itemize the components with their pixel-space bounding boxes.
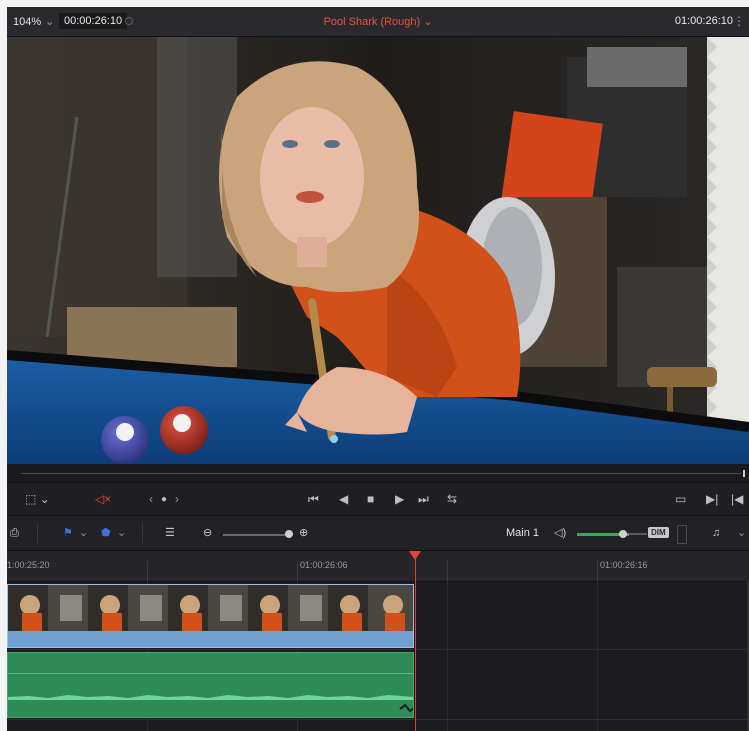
audio-meter [677, 525, 687, 544]
ruler-tick [147, 561, 148, 581]
viewer-header: 104% ⌄ 00:00:26:10 Pool Shark (Rough) ⌄ 01… [7, 7, 749, 37]
zoom-out-icon[interactable]: ⊖ [203, 526, 212, 540]
divider [37, 523, 38, 543]
transport-controls: ⬚ ⌄ ◁× ‹ ● › ⏮ ◀ ■ ▶ ⏭ ⇆ ▭ ▶| |◀ [7, 483, 749, 516]
loop-icon[interactable]: ⇆ [447, 492, 457, 506]
timeline-title[interactable]: Pool Shark (Rough) ⌄ [7, 15, 749, 28]
ruler-label: 1:00:25:20 [7, 560, 50, 570]
mark-out-icon[interactable]: |◀ [731, 492, 743, 506]
audio-waveform [8, 695, 413, 713]
timeline-toolbar: ⎙ ⚑ ⌄ ⬟ ⌄ ☰ ⊖ ⊕ Main 1 ◁) DIM ♫ ⌄ [7, 516, 749, 551]
ruler-tick [597, 561, 598, 581]
jump-end-icon[interactable]: ⏭ [418, 492, 429, 506]
timecode-ruler[interactable]: 1:00:25:20 01:00:26:06 01:00:26:16 [7, 551, 749, 582]
mark-in-icon[interactable]: ▶| [706, 492, 718, 506]
stop-icon[interactable]: ■ [367, 492, 374, 506]
clip-view-icon[interactable]: ☰ [165, 526, 175, 540]
music-note-icon[interactable]: ♫ [712, 526, 720, 540]
ruler-tick [297, 561, 298, 581]
volume-slider-handle[interactable] [619, 530, 627, 538]
zoom-in-icon[interactable]: ⊕ [299, 526, 308, 540]
grid-line [597, 581, 598, 731]
track-divider [7, 719, 749, 720]
jump-start-icon[interactable]: ⏮ [308, 492, 319, 506]
record-timecode: 01:00:26:10 [674, 15, 733, 27]
step-back-icon[interactable]: ◀ [339, 492, 348, 506]
mute-speaker-icon[interactable]: ◁× [95, 492, 111, 506]
ruler-label: 01:00:26:16 [600, 560, 648, 570]
volume-slider-rest [629, 533, 647, 535]
video-frame [7, 37, 749, 464]
divider [142, 523, 143, 543]
playhead-handle[interactable] [409, 551, 421, 560]
zoom-slider[interactable] [223, 534, 289, 536]
chevron-down-icon[interactable]: ⌄ [737, 526, 746, 540]
grid-line [447, 581, 448, 731]
edit-dot-icon: ● [161, 494, 168, 505]
chevron-down-icon[interactable]: ⌄ [117, 526, 126, 540]
timeline-area[interactable]: 1:00:25:20 01:00:26:06 01:00:26:16 [7, 551, 749, 731]
prev-edit-icon[interactable]: ‹ [149, 492, 153, 506]
playhead-line [415, 551, 416, 731]
scrub-end-marker [743, 470, 745, 477]
ruler-tick [447, 561, 448, 581]
play-icon[interactable]: ▶ [395, 492, 404, 506]
next-edit-icon[interactable]: › [175, 492, 179, 506]
more-icon[interactable]: ⋮ [733, 14, 745, 28]
marker-icon[interactable]: ⚑ [63, 526, 73, 540]
match-frame-icon[interactable]: ▭ [675, 492, 686, 506]
flag-icon[interactable]: ⬟ [101, 526, 111, 540]
chevron-down-icon[interactable]: ⌄ [79, 526, 88, 540]
ruler-label: 01:00:26:06 [300, 560, 348, 570]
dim-button[interactable]: DIM [648, 527, 669, 538]
video-viewer[interactable] [7, 37, 749, 464]
safe-area-icon[interactable]: ⬚ ⌄ [25, 492, 50, 506]
track-divider [7, 649, 749, 650]
jog-scrubber[interactable] [7, 464, 749, 483]
video-clip[interactable] [7, 584, 414, 648]
scrub-track [21, 473, 741, 474]
lock-icon[interactable]: ⎙ [10, 526, 19, 540]
track-selector[interactable]: Main 1 [506, 526, 539, 540]
timeline-title-text: Pool Shark (Rough) [323, 16, 421, 28]
audio-clip[interactable] [7, 652, 414, 718]
speaker-icon[interactable]: ◁) [554, 526, 566, 540]
zoom-slider-handle[interactable] [285, 530, 293, 538]
chevron-down-icon: ⌄ [423, 16, 433, 28]
app-window: 104% ⌄ 00:00:26:10 Pool Shark (Rough) ⌄ 01… [7, 7, 749, 731]
clip-thumbnail-strip [8, 585, 413, 631]
